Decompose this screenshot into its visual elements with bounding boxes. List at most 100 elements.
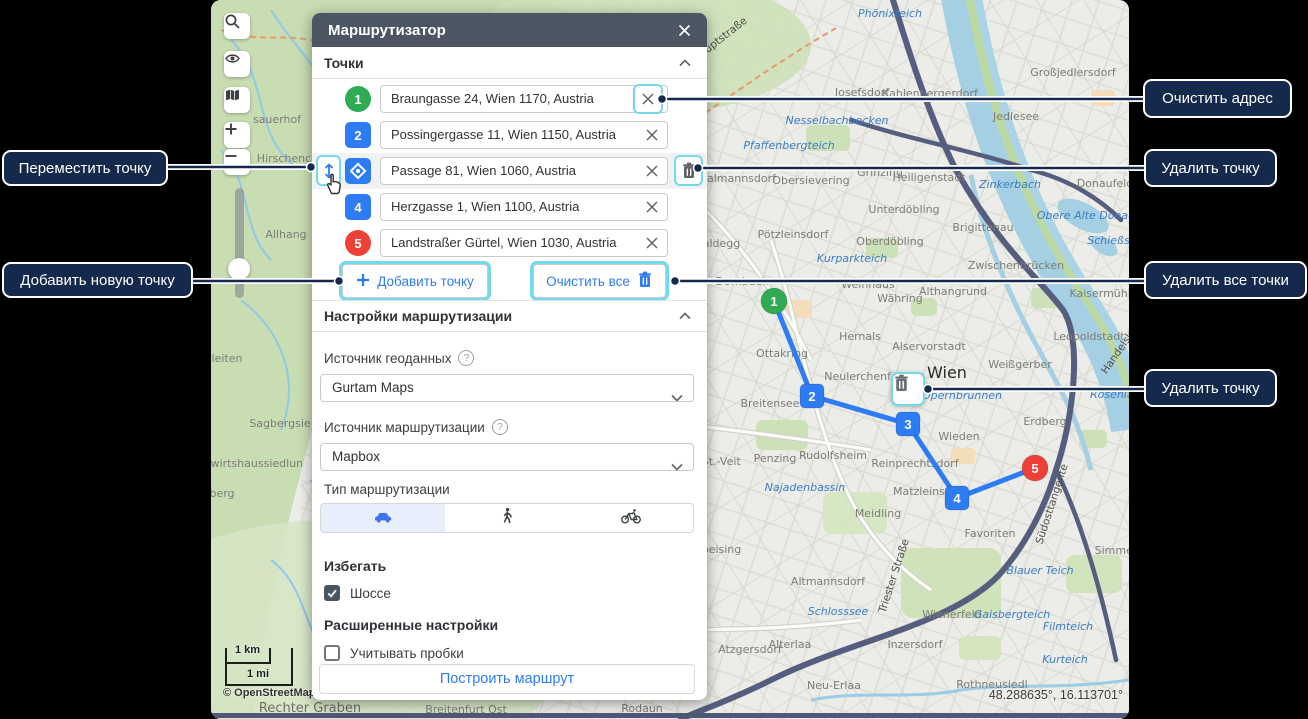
point-row: 4 Herzgasse 1, Wien 1100, Austria: [312, 189, 707, 225]
avoid-highways-checkbox-row[interactable]: Шоссе: [324, 585, 391, 601]
map-label: Pfaffenbergteich: [743, 139, 834, 152]
address-input[interactable]: Herzgasse 1, Wien 1100, Austria: [380, 193, 668, 221]
add-point-label: Добавить точку: [377, 274, 474, 289]
section-settings-header[interactable]: Настройки маршрутизации: [312, 300, 707, 332]
map-label: Inzersdorf: [887, 638, 943, 651]
section-points-title: Точки: [324, 55, 679, 71]
routing-source-label: Источник маршрутизации ?: [324, 419, 508, 435]
point-number-badge: 4: [345, 194, 371, 220]
routing-type-car[interactable]: [321, 504, 445, 532]
clear-address-button[interactable]: [643, 234, 661, 252]
geodata-source-label: Источник геоданных ?: [324, 350, 474, 366]
scale-km-label: 1 km: [235, 644, 260, 656]
map-label: Heiligenstadt: [892, 171, 966, 184]
map-visibility-button[interactable]: [224, 51, 250, 77]
map-label: Währing: [877, 292, 922, 305]
map-label: Reinprechtsdorf: [871, 457, 959, 470]
map-label: Phönixteich: [858, 7, 922, 20]
help-icon[interactable]: ?: [492, 419, 508, 435]
map-label: Kahlenbergerdorf: [882, 87, 979, 100]
trash-icon: [637, 271, 653, 291]
map-point-marker[interactable]: 2: [800, 384, 824, 408]
map-label: Alservorstadt: [892, 340, 966, 353]
clear-address-button[interactable]: [643, 198, 661, 216]
point-row: Passage 81, Wien 1060, Austria: [312, 153, 707, 189]
clear-address-button[interactable]: [643, 126, 661, 144]
map-delete-point-button[interactable]: [891, 372, 925, 406]
point-number-badge: 5: [345, 230, 371, 256]
clear-all-button[interactable]: Очистить все: [533, 264, 666, 298]
map-search-button[interactable]: [224, 13, 250, 39]
address-input[interactable]: Landstraßer Gürtel, Wien 1030, Austria: [380, 229, 668, 257]
svg-text:2: 2: [808, 389, 815, 404]
point-number-badge: 1: [345, 86, 371, 112]
routing-source-select[interactable]: Mapbox: [320, 443, 694, 471]
map-label: Ottakring: [756, 347, 808, 360]
move-point-handle[interactable]: [316, 155, 341, 186]
geodata-source-value: Gurtam Maps: [332, 380, 414, 395]
clear-address-button[interactable]: [633, 84, 663, 114]
map-point-marker[interactable]: 3: [896, 412, 920, 436]
traffic-checkbox-row[interactable]: Учитывать пробки: [324, 645, 464, 661]
chevron-down-icon: [671, 454, 683, 480]
help-icon[interactable]: ?: [458, 350, 474, 366]
close-icon[interactable]: [675, 21, 693, 39]
map-label: Kaisermühlen: [1069, 287, 1129, 300]
router-panel-header: Маршрутизатор: [312, 13, 707, 47]
zoom-in-button[interactable]: [224, 122, 250, 148]
zoom-slider-handle[interactable]: [228, 258, 250, 280]
map-label: Nesselbachbecken: [786, 114, 889, 127]
routing-type-bicycle[interactable]: [569, 504, 693, 532]
annotation-callout: Удалить точку: [1144, 149, 1277, 187]
delete-point-button[interactable]: [674, 155, 703, 186]
map-label: Opernbrunnen: [922, 389, 1002, 402]
map-label: Rudolfsheim: [799, 449, 867, 462]
annotation-callout: Очистить адрес: [1143, 79, 1292, 118]
clear-address-button[interactable]: [643, 162, 661, 180]
map-label: Zwischenbrücken: [968, 259, 1064, 272]
map-label: Breitenfurt Ost: [425, 703, 507, 716]
chevron-up-icon[interactable]: [679, 307, 691, 325]
zoom-out-button[interactable]: [224, 149, 250, 175]
map-label: Najadenbassin: [765, 481, 846, 494]
add-point-button[interactable]: Добавить точку: [342, 264, 488, 298]
car-icon: [371, 508, 395, 529]
geodata-source-select[interactable]: Gurtam Maps: [320, 374, 694, 402]
build-route-button[interactable]: Построить маршрут: [319, 664, 695, 694]
map-label: Leopoldstadt: [1053, 330, 1125, 343]
chevron-up-icon[interactable]: [679, 54, 691, 72]
checkbox-unchecked-icon[interactable]: [324, 645, 340, 661]
address-input[interactable]: Passage 81, Wien 1060, Austria: [380, 157, 668, 185]
map-label: Meidling: [855, 507, 901, 520]
map-label: Schlosssee: [808, 605, 869, 618]
address-input[interactable]: Braungasse 24, Wien 1170, Austria: [380, 85, 668, 113]
svg-text:3: 3: [904, 417, 911, 432]
map-point-marker[interactable]: 5: [1022, 455, 1048, 481]
chevron-down-icon: [671, 385, 683, 411]
cursor-coordinates: 48.288635°, 16.113701°: [989, 688, 1123, 702]
clear-all-label: Очистить все: [546, 274, 630, 289]
address-input[interactable]: Possingergasse 11, Wien 1150, Austria: [380, 121, 668, 149]
routing-type-segmented-control: [320, 503, 694, 533]
map-label: Dornbach: [715, 275, 768, 288]
point-row: 2Possingergasse 11, Wien 1150, Austria: [312, 117, 707, 153]
map-label: Jedlesee: [992, 110, 1039, 123]
map-label: Weißgerber: [988, 358, 1052, 371]
map-label: Blauer Teich: [1006, 564, 1073, 577]
map-label: Erdberg: [1023, 415, 1066, 428]
map-label: Penzing: [754, 452, 797, 465]
map-point-marker[interactable]: 1: [761, 288, 787, 314]
map-point-marker[interactable]: 4: [945, 486, 969, 510]
map-layers-button[interactable]: [224, 87, 250, 113]
checkbox-checked-icon[interactable]: [324, 585, 340, 601]
section-points-header[interactable]: Точки: [312, 47, 707, 79]
map-label: Filmteich: [1043, 620, 1093, 633]
map-label: Kurparkteich: [817, 252, 887, 265]
map-label: Weinhaus: [841, 278, 895, 291]
map-label: Obere Alte Donau: [1037, 209, 1129, 222]
point-position-icon: [345, 158, 371, 184]
map-label: Wieden: [938, 430, 979, 443]
map-label: Schießsta: [1087, 234, 1129, 247]
zoom-slider-track[interactable]: [235, 188, 244, 298]
routing-type-walk[interactable]: [445, 504, 569, 532]
